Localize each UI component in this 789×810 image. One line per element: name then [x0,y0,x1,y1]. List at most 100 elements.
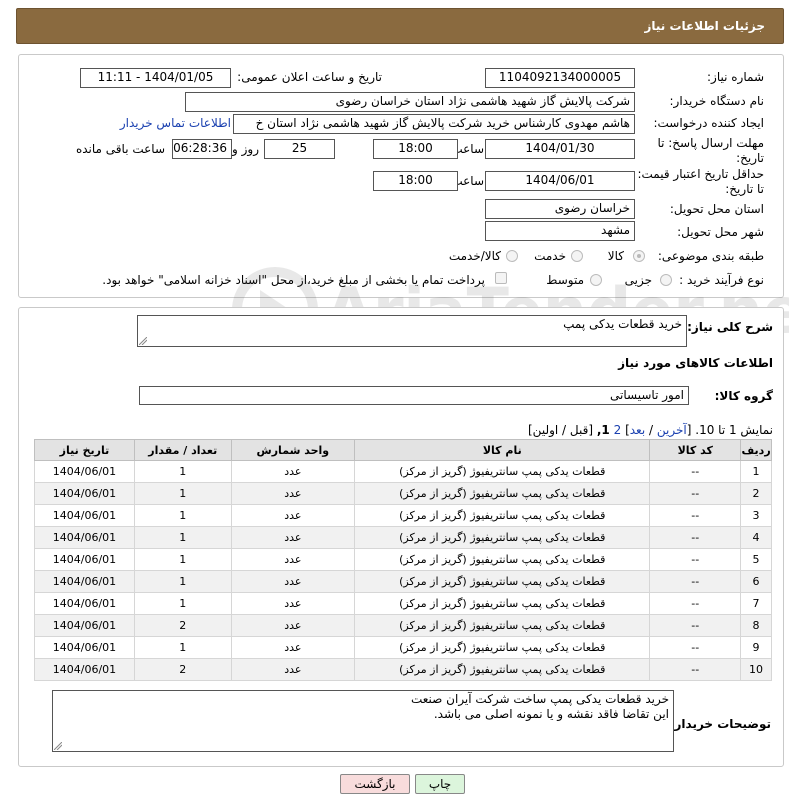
cell-row-number: 7 [740,592,772,615]
cell-row-number: 2 [740,482,772,505]
table-row: 1 -- قطعات یدکی پمپ سانتریفیوژ (گریز از مر… [34,460,772,483]
cell-item-name: قطعات یدکی پمپ سانتریفیوژ (گریز از مرکز) [354,614,651,637]
category-radio-goods[interactable] [633,250,645,262]
cell-item-code: -- [649,592,742,615]
cell-item-name: قطعات یدکی پمپ سانتریفیوژ (گریز از مرکز) [354,504,651,527]
cell-row-number: 9 [740,636,772,659]
table-row: 6 -- قطعات یدکی پمپ سانتریفیوژ (گریز از مر… [34,570,772,593]
page-title: جزئیات اطلاعات نیاز [644,19,765,33]
table-row: 9 -- قطعات یدکی پمپ سانتریفیوژ (گریز از مر… [34,636,772,659]
cell-quantity: 1 [133,482,232,505]
cell-item-name: قطعات یدکی پمپ سانتریفیوژ (گریز از مرکز) [354,482,651,505]
validity-time-field[interactable]: 18:00 [373,171,458,191]
table-row: 7 -- قطعات یدکی پمپ سانتریفیوژ (گریز از مر… [34,592,772,615]
table-row: 5 -- قطعات یدکی پمپ سانتریفیوژ (گریز از مر… [34,548,772,571]
cell-row-number: 1 [740,460,772,483]
deadline-date-field[interactable]: 1404/01/30 [485,139,635,159]
cell-row-number: 10 [740,658,772,681]
creator-label: ایجاد کننده درخواست: [653,116,764,130]
cell-item-name: قطعات یدکی پمپ سانتریفیوژ (گریز از مرکز) [354,548,651,571]
process-radio-minor[interactable] [660,274,672,286]
cell-quantity: 1 [133,504,232,527]
cell-date: 1404/06/01 [34,460,135,483]
cell-quantity: 2 [133,614,232,637]
table-row: 3 -- قطعات یدکی پمپ سانتریفیوژ (گریز از مر… [34,504,772,527]
province-label: استان محل تحویل: [669,202,764,216]
table-row: 10 -- قطعات یدکی پمپ سانتریفیوژ (گریز از م… [34,658,772,681]
pager-prev-first: [قبل / اولین] [528,423,594,437]
payment-checkbox[interactable] [495,272,507,284]
cell-date: 1404/06/01 [34,482,135,505]
validity-date-field[interactable]: 1404/06/01 [485,171,635,191]
cell-item-name: قطعات یدکی پمپ سانتریفیوژ (گریز از مرکز) [354,658,651,681]
cell-unit: عدد [230,658,356,681]
days-field[interactable]: 25 [264,139,335,159]
cell-unit: عدد [230,526,356,549]
goods-section-title: اطلاعات کالاهای مورد نیاز [618,356,773,370]
remaining-time-field[interactable]: 06:28:36 [172,139,232,159]
group-label: گروه کالا: [714,389,773,403]
cell-item-name: قطعات یدکی پمپ سانتریفیوژ (گریز از مرکز) [354,570,651,593]
cell-date: 1404/06/01 [34,526,135,549]
cell-unit: عدد [230,570,356,593]
cell-date: 1404/06/01 [34,636,135,659]
cell-item-name: قطعات یدکی پمپ سانتریفیوژ (گریز از مرکز) [354,592,651,615]
col-code: کد کالا [649,439,742,461]
cell-quantity: 1 [133,570,232,593]
cell-row-number: 5 [740,548,772,571]
back-button[interactable]: بازگشت [340,774,410,794]
city-field[interactable]: مشهد [485,221,635,241]
col-date: تاریخ نیاز [34,439,135,461]
category-option-goods: کالا [607,249,624,263]
category-label: طبقه بندی موضوعی: [657,249,764,263]
cell-item-code: -- [649,460,742,483]
deadline-time-field[interactable]: 18:00 [373,139,458,159]
cell-item-code: -- [649,570,742,593]
contact-info-link[interactable]: اطلاعات تماس خریدار [120,116,231,130]
province-field[interactable]: خراسان رضوی [485,199,635,219]
cell-unit: عدد [230,504,356,527]
creator-field[interactable]: هاشم مهدوی کارشناس خرید شرکت پالایش گاز … [233,114,635,134]
need-number-label: شماره نیاز: [707,70,764,84]
cell-unit: عدد [230,548,356,571]
category-option-goods-service: کالا/خدمت [448,249,501,263]
summary-textarea[interactable]: خرید قطعات یدکی پمپ [137,315,687,347]
process-label: نوع فرآیند خرید : [679,273,764,287]
cell-quantity: 1 [133,636,232,659]
resize-grip-icon[interactable] [139,337,147,345]
print-button[interactable]: چاپ [415,774,465,794]
buyer-org-field[interactable]: شرکت پالایش گاز شهید هاشمی نژاد استان خر… [185,92,635,112]
remaining-label: ساعت باقی مانده [75,142,165,156]
group-field[interactable]: امور تاسیساتی [139,386,689,405]
buyer-notes-textarea[interactable]: خرید قطعات یدکی پمپ ساخت شرکت آیران صنعت… [52,690,674,752]
buyer-org-label: نام دستگاه خریدار: [669,94,765,108]
table-header-row: ردیف کد کالا نام کالا واحد شمارش تعداد /… [34,439,772,461]
process-radio-medium[interactable] [590,274,602,286]
cell-date: 1404/06/01 [34,614,135,637]
pager-last-link[interactable]: آخرین [657,423,687,437]
announce-field[interactable]: 1404/01/05 - 11:11 [80,68,231,88]
need-number-field[interactable]: 1104092134000005 [485,68,635,88]
cell-item-code: -- [649,548,742,571]
pager-next-link[interactable]: بعد [630,423,645,437]
col-unit: واحد شمارش [230,439,356,461]
cell-date: 1404/06/01 [34,570,135,593]
page-header: جزئیات اطلاعات نیاز [16,8,784,44]
category-radio-service[interactable] [571,250,583,262]
cell-quantity: 1 [133,460,232,483]
cell-row-number: 4 [740,526,772,549]
pager-range: نمایش 1 تا 10. [695,423,773,437]
cell-quantity: 2 [133,658,232,681]
col-row: ردیف [740,439,772,461]
cell-item-code: -- [649,636,742,659]
cell-item-name: قطعات یدکی پمپ سانتریفیوژ (گریز از مرکز) [354,526,651,549]
category-radio-goods-service[interactable] [506,250,518,262]
cell-row-number: 6 [740,570,772,593]
cell-quantity: 1 [133,548,232,571]
pager: نمایش 1 تا 10. [آخرین / بعد] 2 1, [قبل /… [528,423,773,437]
process-option-minor: جزیی [624,273,652,287]
cell-unit: عدد [230,482,356,505]
resize-grip-icon[interactable] [54,742,62,750]
cell-item-code: -- [649,482,742,505]
cell-unit: عدد [230,460,356,483]
